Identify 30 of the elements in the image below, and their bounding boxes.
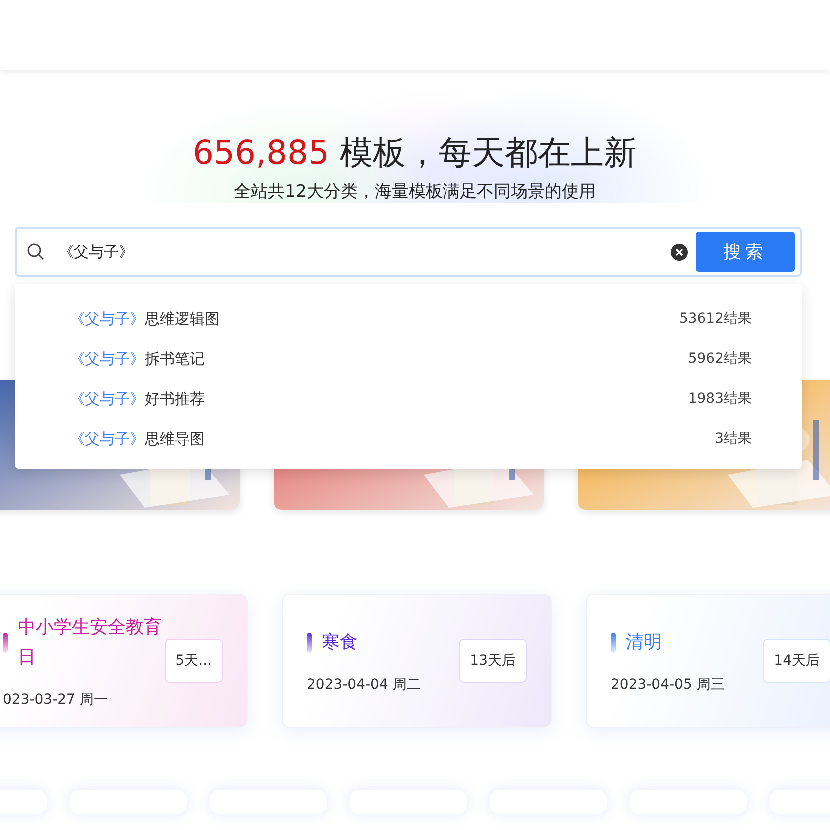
countdown-badge: 14天后 xyxy=(763,639,830,683)
result-count: 1983结果 xyxy=(688,390,752,408)
search-field[interactable]: 《父与子》 搜索 xyxy=(15,227,802,277)
suggestion-text[interactable]: 《父与子》思维逻辑图 xyxy=(70,310,220,328)
hero-title: 模板，每天都在上新 xyxy=(340,133,637,172)
accent-bar xyxy=(307,633,312,653)
event-title: 清明 xyxy=(626,631,662,655)
event-card[interactable]: 中小学生安全教育日 023-03-27 周一 5天... xyxy=(0,594,248,728)
suggestion-text[interactable]: 《父与子》好书推荐 xyxy=(70,390,205,408)
result-count: 53612结果 xyxy=(679,310,752,328)
suggestion-text[interactable]: 《父与子》拆书笔记 xyxy=(70,350,205,368)
event-card[interactable]: 寒食 2023-04-04 周二 13天后 xyxy=(282,594,552,728)
hero-subtitle: 全站共12大分类，海量模板满足不同场景的使用 xyxy=(234,181,596,203)
search-icon xyxy=(27,243,45,261)
accent-bar xyxy=(3,633,8,653)
countdown-badge: 13天后 xyxy=(459,639,527,683)
event-card[interactable]: 清明 2023-04-05 周三 14天后 xyxy=(586,594,830,728)
result-count: 3结果 xyxy=(715,430,752,448)
event-title: 寒食 xyxy=(322,631,358,655)
template-count: 656,885 xyxy=(193,133,330,172)
result-count: 5962结果 xyxy=(688,350,752,368)
event-title: 中小学生安全教育日 xyxy=(18,616,163,670)
suggestion-text[interactable]: 《父与子》思维导图 xyxy=(70,430,205,448)
clear-icon[interactable] xyxy=(671,244,688,260)
search-button[interactable]: 搜索 xyxy=(696,232,795,272)
event-date: 2023-04-05 周三 xyxy=(611,676,726,694)
accent-bar xyxy=(611,633,616,653)
event-date: 2023-04-04 周二 xyxy=(307,676,422,694)
countdown-badge: 5天... xyxy=(164,639,223,683)
event-date: 023-03-27 周一 xyxy=(3,691,109,709)
